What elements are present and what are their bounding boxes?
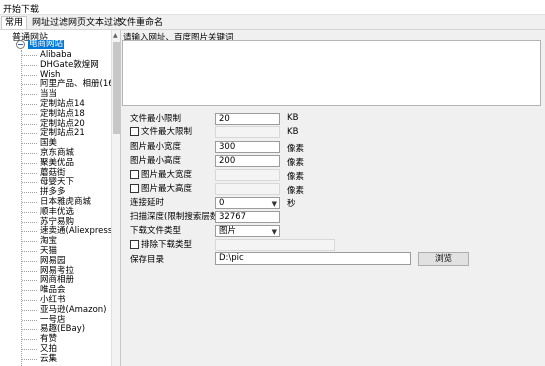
tree-item[interactable]: Alibaba xyxy=(22,51,72,60)
exclude-type-checkbox[interactable] xyxy=(130,240,139,249)
download-type-value: 图片 xyxy=(219,226,237,236)
chevron-down-icon: ▼ xyxy=(271,228,277,236)
max-file-size-unit: KB xyxy=(287,127,299,137)
max-width-checkbox[interactable] xyxy=(130,170,139,179)
min-height-unit: 像素 xyxy=(287,158,305,168)
tree-scrollbar[interactable]: ▲ xyxy=(111,30,120,366)
title-bar: 开始下载 xyxy=(0,0,545,15)
scroll-up-icon[interactable]: ▲ xyxy=(113,32,118,39)
tree-item[interactable]: 当当 xyxy=(21,90,57,99)
tree-item[interactable]: 小红书 xyxy=(22,296,66,305)
exclude-type-input xyxy=(215,239,335,251)
max-file-size-label: 文件最大限制 xyxy=(141,127,193,137)
scroll-thumb[interactable] xyxy=(113,42,120,134)
min-height-input[interactable]: 200 xyxy=(215,155,280,167)
max-height-label: 图片最大高度 xyxy=(141,184,193,194)
browse-button[interactable]: 浏览 xyxy=(418,252,469,266)
min-file-size-label: 文件最小限制 xyxy=(130,114,182,124)
tree-node-selected[interactable]: 电商网站 xyxy=(28,40,65,49)
tree-item[interactable]: 云集 xyxy=(21,354,57,364)
tree-item[interactable]: 网易园 xyxy=(22,256,66,266)
tab-bar: 常用 网址过滤 网页文本过滤 文件重命名 xyxy=(0,15,545,30)
max-file-size-checkbox[interactable] xyxy=(130,127,139,136)
collapse-icon[interactable] xyxy=(16,40,25,49)
tree-item[interactable]: 顺丰优选 xyxy=(21,207,74,217)
tree-item[interactable]: 唯品会 xyxy=(22,286,66,295)
tree-item[interactable]: 聚美优品 xyxy=(21,158,74,168)
min-width-input[interactable]: 300 xyxy=(215,141,280,153)
tree-item[interactable]: 定制站点18 xyxy=(22,109,85,119)
delay-select[interactable]: 0 ▼ xyxy=(215,197,280,209)
max-width-unit: 像素 xyxy=(287,172,305,182)
site-tree[interactable]: 普通网站 电商网站 Alibaba DHGate敦煌网 Wish 阿里产品、相册(16… xyxy=(0,30,121,366)
min-width-unit: 像素 xyxy=(287,144,305,154)
delay-value: 0 xyxy=(219,198,225,208)
keyword-input[interactable] xyxy=(122,40,541,106)
depth-label: 扫描深度(限制搜索层数) xyxy=(130,212,222,222)
tree-item[interactable]: 淘宝 xyxy=(21,237,57,246)
max-height-checkbox[interactable] xyxy=(130,184,139,193)
window-title: 开始下载 xyxy=(3,5,40,15)
tree-item[interactable]: 定制站点14 xyxy=(22,100,85,109)
tree-item[interactable]: 拼多多 xyxy=(22,188,66,197)
download-type-label: 下载文件类型 xyxy=(130,226,182,236)
save-dir-label: 保存目录 xyxy=(130,255,165,265)
max-height-input xyxy=(215,183,280,195)
download-type-select[interactable]: 图片 ▼ xyxy=(215,225,280,237)
tree-item[interactable]: 有赞 xyxy=(21,335,57,344)
tree-item[interactable]: 京东商城 xyxy=(21,149,74,158)
tree-item[interactable]: 蘑菇街 xyxy=(22,168,66,178)
tab-file-rename[interactable]: 文件重命名 xyxy=(114,16,167,29)
delay-unit: 秒 xyxy=(287,199,296,209)
min-file-size-unit: KB xyxy=(287,113,299,123)
min-height-label: 图片最小高度 xyxy=(130,156,182,166)
tree-item[interactable]: 亚马逊(Amazon) xyxy=(22,305,107,315)
save-dir-input[interactable]: D:\pic xyxy=(215,252,411,265)
delay-label: 连接延时 xyxy=(130,198,165,208)
min-file-size-input[interactable]: 20 xyxy=(215,113,280,125)
tree-line xyxy=(21,50,22,366)
max-width-label: 图片最大宽度 xyxy=(141,170,193,180)
tree-item[interactable]: 国美 xyxy=(21,139,57,148)
tree-item[interactable]: 天猫 xyxy=(21,247,57,256)
max-height-unit: 像素 xyxy=(287,186,305,196)
max-file-size-input xyxy=(215,126,280,138)
tree-item[interactable]: 日本雅虎商城 xyxy=(21,198,91,207)
max-width-input xyxy=(215,169,280,181)
min-width-label: 图片最小宽度 xyxy=(130,142,182,152)
exclude-type-label: 排除下载类型 xyxy=(141,240,193,250)
depth-input[interactable]: 32767 xyxy=(215,211,280,223)
tree-item[interactable]: 又拍 xyxy=(21,345,57,354)
tree-item[interactable]: DHGate敦煌网 xyxy=(22,60,99,70)
tab-common[interactable]: 常用 xyxy=(1,16,28,29)
chevron-down-icon: ▼ xyxy=(271,200,277,208)
